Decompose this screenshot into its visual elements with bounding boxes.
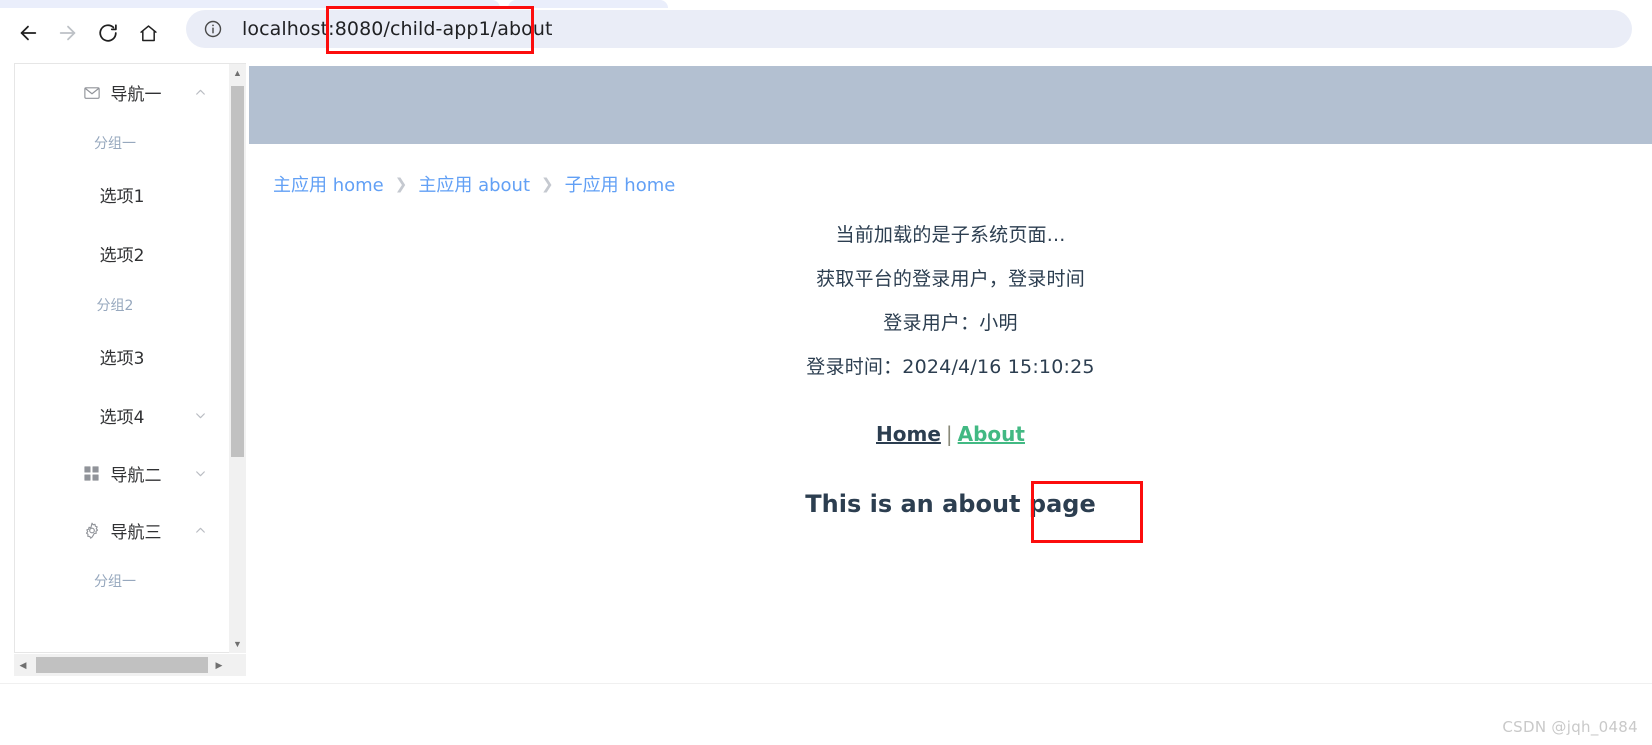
chevron-down-icon[interactable] bbox=[194, 409, 207, 422]
sidebar-horizontal-scrollbar[interactable]: ◀ ▶ bbox=[14, 654, 246, 676]
sidebar-group-title-1: 分组一 bbox=[15, 121, 229, 165]
sidebar-item-label: 选项2 bbox=[99, 246, 145, 266]
sidebar-vertical-scrollbar-thumb[interactable] bbox=[231, 86, 244, 457]
router-links: Home | About bbox=[249, 422, 1652, 446]
link-separator: | bbox=[945, 422, 953, 446]
page-title: This is an about page bbox=[805, 490, 1096, 518]
browser-tab-active[interactable] bbox=[0, 0, 500, 8]
sidebar-group-title-2: 分组2 bbox=[15, 283, 229, 327]
scrollbar-corner bbox=[228, 654, 246, 676]
micro-app-status-line: 当前加载的是子系统页面... bbox=[835, 224, 1066, 246]
micro-app-description-line: 获取平台的登录用户，登录时间 bbox=[816, 268, 1085, 290]
scroll-left-arrow-icon[interactable]: ◀ bbox=[14, 654, 32, 676]
sidebar-item-nav-three[interactable]: 导航三 bbox=[15, 502, 229, 559]
sidebar-menu: 导航一 分组一 选项1 选项2 分组2 选项3 选项4 导航二 导航三 分组一 bbox=[14, 63, 229, 653]
grid-icon bbox=[83, 465, 101, 483]
chevron-up-icon[interactable] bbox=[194, 524, 207, 537]
site-info-icon[interactable] bbox=[203, 19, 223, 39]
sidebar-item-label: 选项1 bbox=[99, 187, 145, 207]
breadcrumb-item-main-home[interactable]: 主应用 home bbox=[273, 171, 384, 197]
back-arrow-icon bbox=[17, 22, 39, 44]
page-viewport: 导航一 分组一 选项1 选项2 分组2 选项3 选项4 导航二 导航三 分组一 … bbox=[0, 58, 1652, 683]
mail-icon bbox=[83, 84, 101, 102]
sidebar-item-label: 导航三 bbox=[110, 523, 162, 543]
back-button[interactable] bbox=[8, 13, 48, 53]
browser-chrome: localhost:8080/child-app1/about bbox=[0, 0, 1652, 58]
sidebar-vertical-scrollbar[interactable]: ▲ ▼ bbox=[229, 63, 246, 653]
home-button[interactable] bbox=[128, 13, 168, 53]
browser-tab-secondary[interactable] bbox=[508, 0, 668, 8]
sidebar-horizontal-scrollbar-thumb[interactable] bbox=[36, 657, 208, 673]
sidebar-group-label: 分组2 bbox=[96, 298, 134, 314]
reload-icon bbox=[97, 22, 119, 44]
gear-icon bbox=[83, 522, 101, 540]
breadcrumb-item-main-about[interactable]: 主应用 about bbox=[418, 171, 530, 197]
tab-strip bbox=[0, 0, 1652, 8]
sidebar-item-option-1[interactable]: 选项1 bbox=[15, 165, 229, 224]
home-icon bbox=[138, 23, 159, 44]
sidebar-item-label: 选项3 bbox=[99, 349, 145, 369]
chevron-down-icon[interactable] bbox=[194, 467, 207, 480]
main-content: 主应用 home ❯ 主应用 about ❯ 子应用 home 当前加载的是子系… bbox=[249, 58, 1652, 683]
router-link-home[interactable]: Home bbox=[876, 422, 941, 446]
breadcrumb: 主应用 home ❯ 主应用 about ❯ 子应用 home bbox=[273, 171, 675, 197]
reload-button[interactable] bbox=[88, 13, 128, 53]
router-link-about[interactable]: About bbox=[958, 422, 1025, 446]
address-bar-url[interactable]: localhost:8080/child-app1/about bbox=[242, 18, 553, 40]
chevron-up-icon[interactable] bbox=[194, 86, 207, 99]
footer-area: CSDN @jqh_0484 bbox=[0, 683, 1652, 745]
login-time-line: 登录时间：2024/4/16 15:10:25 bbox=[806, 356, 1095, 378]
sidebar-group-label: 分组一 bbox=[94, 136, 136, 152]
micro-app-container: 当前加载的是子系统页面... 获取平台的登录用户，登录时间 登录用户：小明 登录… bbox=[249, 213, 1652, 518]
login-user-line: 登录用户：小明 bbox=[883, 312, 1018, 334]
breadcrumb-separator-icon: ❯ bbox=[394, 175, 408, 193]
address-bar[interactable]: localhost:8080/child-app1/about bbox=[186, 10, 1632, 48]
sidebar-item-label: 导航一 bbox=[110, 85, 162, 105]
sidebar-item-label: 导航二 bbox=[110, 466, 162, 486]
sidebar-item-nav-two[interactable]: 导航二 bbox=[15, 445, 229, 502]
sidebar-item-option-2[interactable]: 选项2 bbox=[15, 224, 229, 283]
sidebar-item-option-4[interactable]: 选项4 bbox=[15, 386, 229, 445]
scroll-down-arrow-icon[interactable]: ▼ bbox=[229, 635, 246, 653]
sidebar-group-label: 分组一 bbox=[94, 574, 136, 590]
content-header-banner bbox=[249, 66, 1652, 144]
watermark: CSDN @jqh_0484 bbox=[1502, 718, 1638, 736]
sidebar-item-nav-one[interactable]: 导航一 bbox=[15, 64, 229, 121]
sidebar-group-title-3: 分组一 bbox=[15, 559, 229, 603]
forward-button[interactable] bbox=[48, 13, 88, 53]
scroll-up-arrow-icon[interactable]: ▲ bbox=[229, 64, 246, 82]
breadcrumb-item-child-home[interactable]: 子应用 home bbox=[565, 171, 676, 197]
sidebar-item-option-3[interactable]: 选项3 bbox=[15, 327, 229, 386]
sidebar-item-label: 选项4 bbox=[99, 408, 145, 428]
scroll-right-arrow-icon[interactable]: ▶ bbox=[210, 654, 228, 676]
forward-arrow-icon bbox=[57, 22, 79, 44]
breadcrumb-separator-icon: ❯ bbox=[541, 175, 554, 193]
